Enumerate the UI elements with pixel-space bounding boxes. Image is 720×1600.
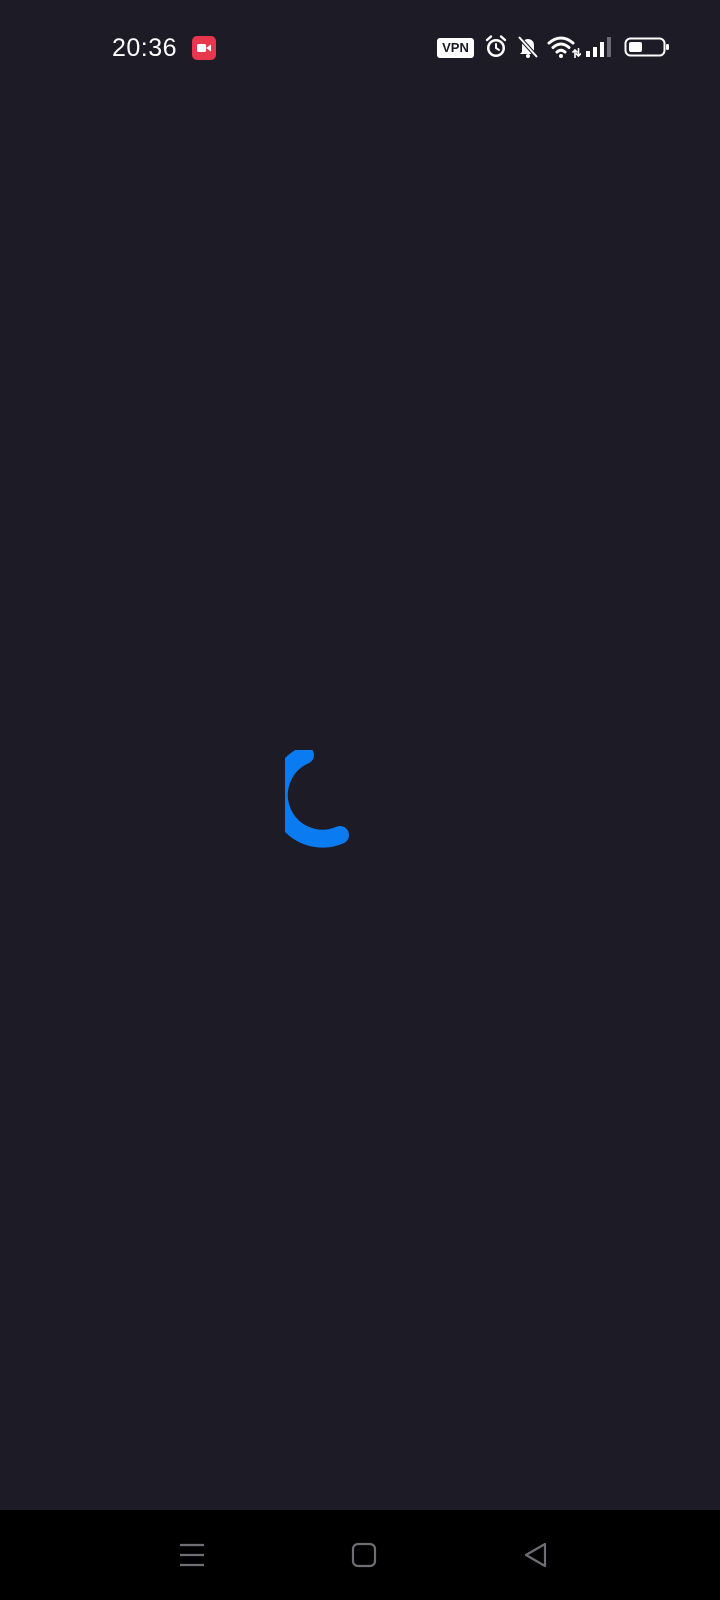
- notifications-muted-icon: [515, 34, 541, 60]
- menu-icon: [180, 1543, 204, 1567]
- nav-menu-button[interactable]: [172, 1535, 212, 1575]
- vpn-badge: VPN: [437, 38, 474, 58]
- navigation-bar: [0, 1510, 720, 1600]
- wifi-icon: [547, 34, 582, 60]
- alarm-icon: [483, 34, 509, 60]
- loading-spinner: [285, 750, 349, 848]
- nav-home-button[interactable]: [344, 1535, 384, 1575]
- screen-record-icon: [192, 36, 216, 60]
- signal-icon: [584, 34, 612, 60]
- status-bar: 20:36 VPN: [0, 0, 720, 96]
- status-clock: 20:36: [112, 34, 178, 62]
- battery-icon: [624, 34, 670, 60]
- home-icon: [351, 1542, 377, 1568]
- back-icon: [524, 1542, 547, 1568]
- nav-back-button[interactable]: [516, 1535, 556, 1575]
